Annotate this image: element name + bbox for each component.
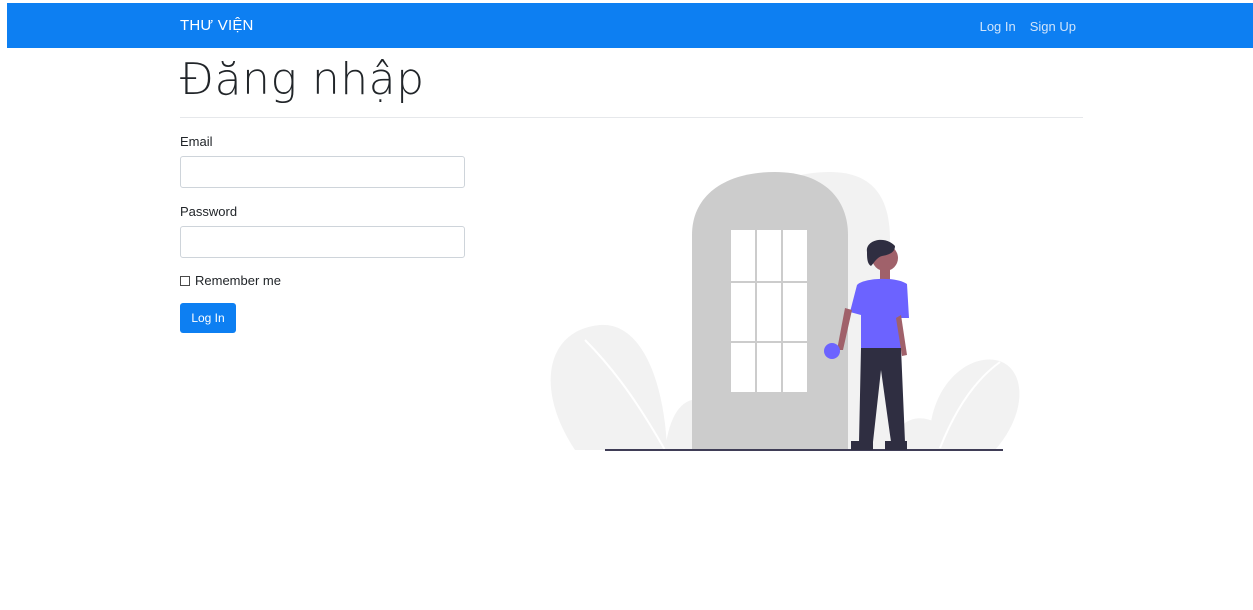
password-label: Password: [180, 204, 238, 219]
navbar: THƯ VIỆN Log In Sign Up: [7, 3, 1253, 48]
nav-signup-link[interactable]: Sign Up: [1030, 19, 1076, 34]
email-label: Email: [180, 134, 213, 149]
person-left-shoe: [851, 441, 873, 450]
door-window: [731, 230, 807, 392]
email-input[interactable]: [180, 156, 465, 188]
remember-me-label: Remember me: [195, 273, 281, 288]
page-title: Đăng nhập: [180, 54, 425, 105]
title-divider: [180, 117, 1083, 118]
person-at-door-illustration: [550, 172, 1020, 451]
login-button[interactable]: Log In: [180, 303, 236, 333]
door-knob: [824, 343, 840, 359]
remember-me-row: Remember me: [180, 273, 281, 288]
nav-login-link[interactable]: Log In: [980, 19, 1016, 34]
left-leaf-shape: [550, 324, 667, 450]
remember-me-checkbox[interactable]: [180, 275, 190, 286]
right-leaf-shape: [929, 359, 1020, 450]
nav-links: Log In Sign Up: [980, 19, 1076, 34]
password-input[interactable]: [180, 226, 465, 258]
brand-link[interactable]: THƯ VIỆN: [180, 17, 254, 34]
person-right-shoe: [885, 441, 907, 450]
